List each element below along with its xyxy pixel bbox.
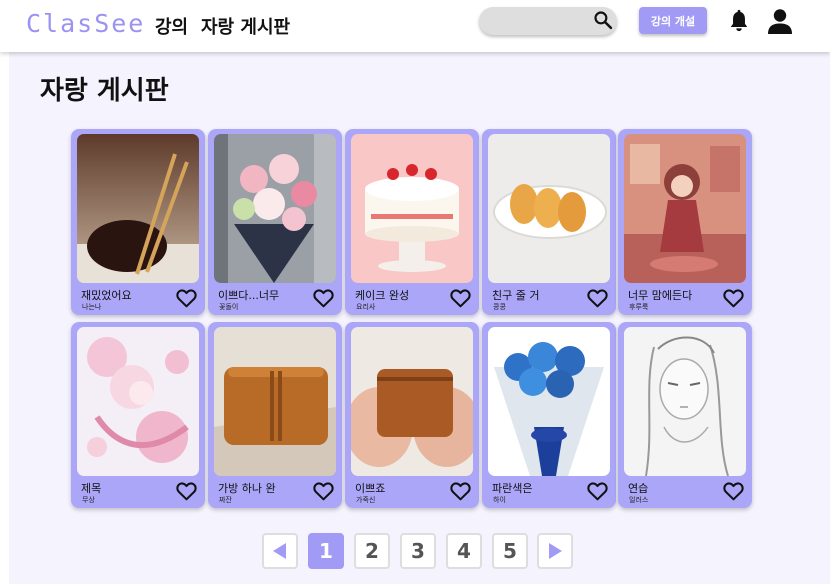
heart-icon[interactable] [587,481,608,501]
post-card[interactable]: 제목 무상 [71,322,205,508]
post-author: 꽃돌이 [219,303,239,311]
page-button-4[interactable]: 4 [446,533,482,569]
post-card[interactable]: 이쁘다...너무 꽃돌이 [208,129,342,315]
post-title: 너무 맘에든다 [628,289,693,302]
page-button-5[interactable]: 5 [492,533,528,569]
heart-icon[interactable] [313,288,334,308]
bell-icon[interactable] [728,9,750,33]
post-card[interactable]: 너무 맘에든다 후루룩 [618,129,752,315]
top-header: ClasSee 강의 자랑 게시판 강의 개설 [0,0,830,52]
user-icon[interactable] [767,8,793,34]
post-thumbnail [214,327,336,476]
post-title: 제목 [81,482,102,495]
post-author: 콩콩 [493,303,506,311]
post-title: 연습 [628,482,649,495]
post-title: 재밌었어요 [81,289,132,302]
post-author: 무상 [82,496,95,504]
nav-showcase-board[interactable]: 자랑 게시판 [201,13,290,39]
post-thumbnail [624,327,746,476]
heart-icon[interactable] [176,481,197,501]
post-author: 요리사 [356,303,376,311]
arrow-left-icon [273,543,286,559]
nav-lectures[interactable]: 강의 [155,13,188,39]
heart-icon[interactable] [176,288,197,308]
open-course-button[interactable]: 강의 개설 [639,7,707,34]
post-title: 이쁘죠 [355,482,386,495]
heart-icon[interactable] [723,481,744,501]
post-thumbnail [351,327,473,476]
post-author: 나는나 [82,303,102,311]
post-author: 일러스 [629,496,649,504]
heart-icon[interactable] [450,288,471,308]
heart-icon[interactable] [723,288,744,308]
post-grid: 재밌었어요 나는나 이쁘다...너무 꽃돌이 케이크 완성 요리사 친구 줄 거… [71,129,752,511]
heart-icon[interactable] [450,481,471,501]
post-card[interactable]: 이쁘죠 가죽신 [345,322,479,508]
post-card[interactable]: 친구 줄 거 콩콩 [482,129,616,315]
post-author: 하이 [493,496,506,504]
post-thumbnail [624,134,746,283]
post-title: 파란색은 [492,482,533,495]
heart-icon[interactable] [587,288,608,308]
post-thumbnail [77,134,199,283]
page-button-2[interactable]: 2 [354,533,390,569]
post-thumbnail [488,134,610,283]
heart-icon[interactable] [313,481,334,501]
post-thumbnail [214,134,336,283]
logo[interactable]: ClasSee [26,9,145,38]
post-thumbnail [488,327,610,476]
post-title: 케이크 완성 [355,289,410,302]
post-card[interactable]: 연습 일러스 [618,322,752,508]
search-icon[interactable] [593,10,613,30]
post-card[interactable]: 가방 하나 완 짜잔 [208,322,342,508]
post-title: 이쁘다...너무 [218,289,280,302]
post-thumbnail [77,327,199,476]
post-card[interactable]: 파란색은 하이 [482,322,616,508]
post-author: 후루룩 [629,303,649,311]
page-title: 자랑 게시판 [40,76,169,106]
post-thumbnail [351,134,473,283]
post-card[interactable]: 재밌었어요 나는나 [71,129,205,315]
arrow-right-icon [549,543,562,559]
page-button-3[interactable]: 3 [400,533,436,569]
post-title: 친구 줄 거 [492,289,540,302]
post-title: 가방 하나 완 [218,482,276,495]
prev-page-button[interactable] [262,533,298,569]
page-button-1[interactable]: 1 [308,533,344,569]
next-page-button[interactable] [537,533,573,569]
post-author: 짜잔 [219,496,232,504]
post-card[interactable]: 케이크 완성 요리사 [345,129,479,315]
post-author: 가죽신 [356,496,376,504]
